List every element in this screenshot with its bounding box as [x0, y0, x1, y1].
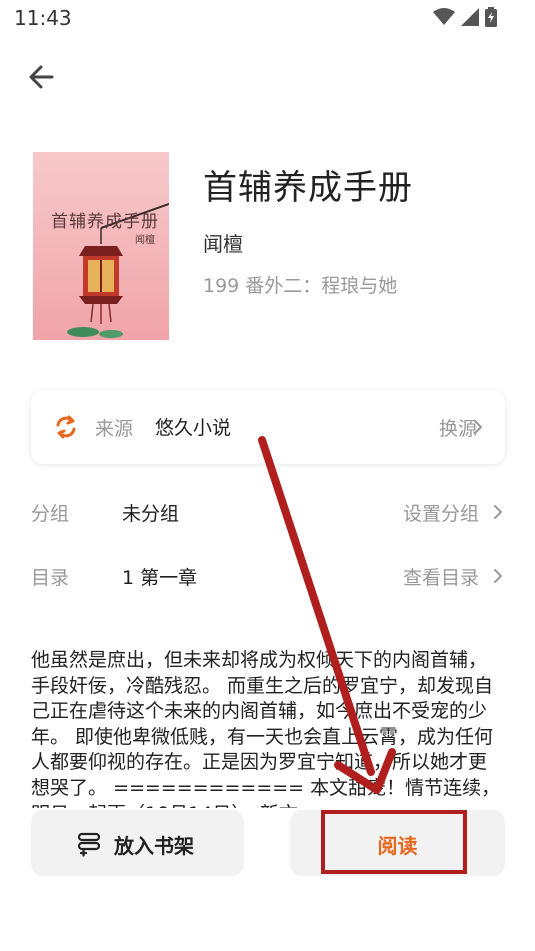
group-value: 未分组	[122, 503, 180, 525]
wifi-icon	[433, 8, 455, 25]
bookshelf-add-icon	[77, 832, 101, 857]
refresh-icon	[56, 415, 76, 439]
source-label: 来源	[95, 418, 134, 440]
toc-current-chapter: 1 第一章	[122, 567, 198, 589]
view-toc-button[interactable]: 查看目录	[403, 563, 479, 590]
book-title: 首辅养成手册	[203, 168, 413, 208]
signal-icon	[461, 8, 479, 26]
cover-title: 首辅养成手册	[51, 212, 159, 232]
toc-row[interactable]: 目录 1 第一章 查看目录	[31, 556, 505, 596]
book-intro: 他虽然是庶出，但未来却将成为权倾天下的内阁首辅，手段奸佞，冷酷残忍。 而重生之后…	[31, 649, 501, 808]
add-to-shelf-label: 放入书架	[114, 834, 194, 858]
source-value: 悠久小说	[155, 417, 232, 439]
latest-chapter[interactable]: 199 番外二：程琅与她	[203, 271, 397, 298]
chevron-right-icon[interactable]	[471, 419, 485, 435]
source-card: 来源 悠久小说 换源	[31, 390, 505, 464]
group-label: 分组	[31, 503, 70, 525]
battery-charging-icon	[485, 7, 497, 27]
annotation-highlight-box	[321, 810, 467, 874]
book-cover[interactable]: 首辅养成手册 闻檀	[33, 152, 169, 340]
book-author[interactable]: 闻檀	[203, 228, 243, 257]
cover-author: 闻檀	[135, 235, 155, 246]
status-bar: 11:43	[0, 0, 535, 36]
chevron-right-icon[interactable]	[491, 568, 505, 584]
status-icons	[433, 7, 497, 27]
arrow-left-icon[interactable]	[26, 60, 60, 94]
set-group-button[interactable]: 设置分组	[403, 499, 479, 526]
add-to-shelf-button[interactable]: 放入书架	[31, 810, 244, 876]
lantern-illustration	[67, 203, 169, 338]
toc-label: 目录	[31, 567, 70, 589]
status-time: 11:43	[14, 6, 72, 30]
chevron-right-icon[interactable]	[491, 504, 505, 520]
group-row[interactable]: 分组 未分组 设置分组	[31, 492, 505, 532]
